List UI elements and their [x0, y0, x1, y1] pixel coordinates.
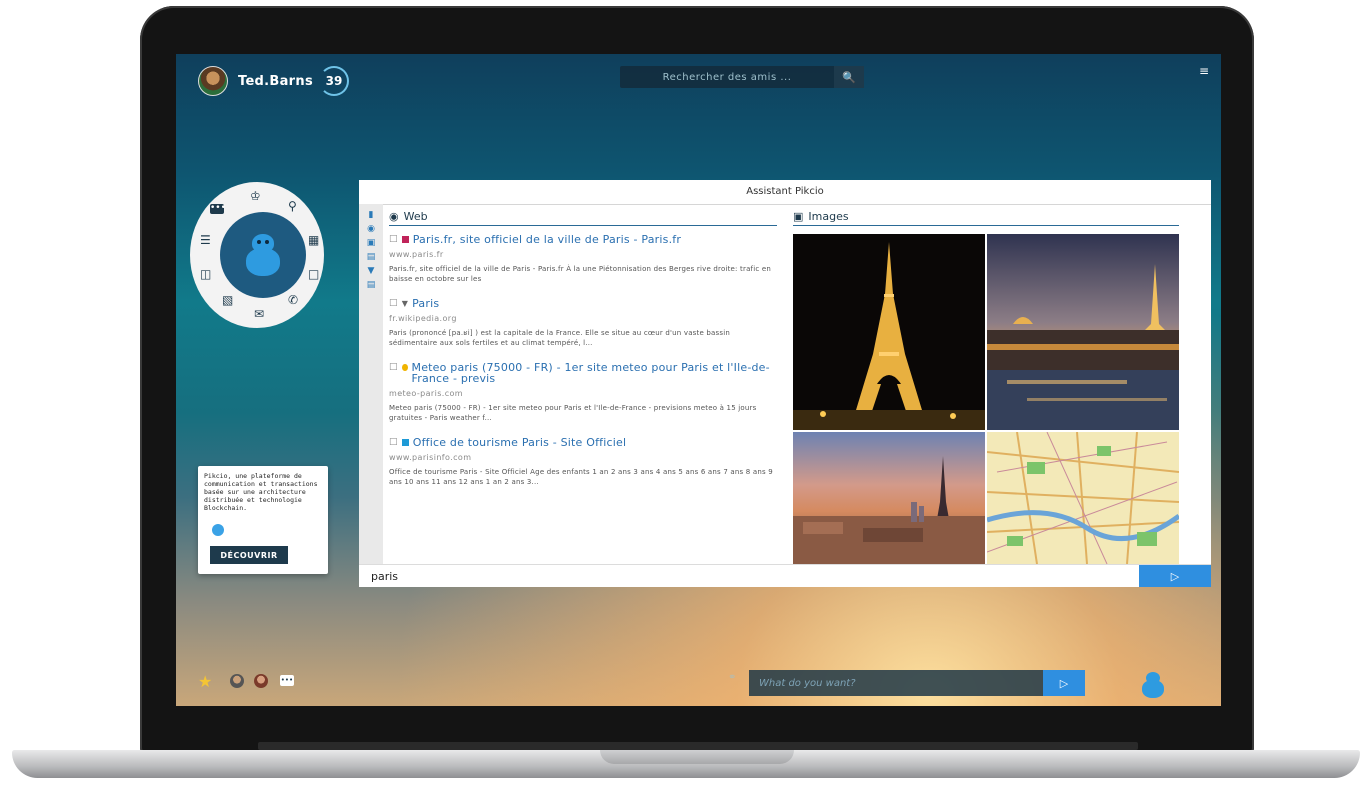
username[interactable]: Ted.Barns	[238, 74, 313, 89]
promo-card: Pikcio, une plateforme de communication …	[198, 466, 328, 574]
attachment-link-icon[interactable]: ⚭	[728, 672, 736, 683]
cart-icon[interactable]: ▼	[365, 266, 377, 276]
favicon-icon	[401, 236, 409, 243]
bookmark-icon[interactable]: □	[389, 362, 398, 373]
image-icon[interactable]: ▣	[365, 238, 377, 248]
images-heading-label: Images	[808, 210, 849, 223]
bookmark-icon[interactable]: □	[389, 234, 398, 245]
result-url: www.parisinfo.com	[389, 453, 472, 462]
assistant-title: Assistant Pikcio	[359, 180, 1211, 205]
result-title[interactable]: □ Meteo paris (75000 - FR) - 1er site me…	[389, 362, 777, 384]
result-url: www.paris.fr	[389, 250, 444, 259]
bot-mascot-icon[interactable]	[1142, 672, 1164, 698]
favicon-icon: ▼	[401, 299, 409, 308]
web-heading-label: Web	[403, 210, 428, 223]
assistant-query-input[interactable]	[359, 565, 1139, 587]
result-title-text[interactable]: Office de tourisme Paris - Site Officiel	[413, 437, 626, 448]
image-thumbnail[interactable]	[987, 432, 1179, 564]
paris-skyline-image	[793, 432, 985, 564]
search-button[interactable]: 🔍	[834, 66, 864, 88]
result-title[interactable]: □ ▼ Paris	[389, 298, 777, 309]
friend-search-input[interactable]	[620, 66, 834, 88]
search-icon: 🔍	[842, 70, 856, 84]
web-results: ◉ Web □ Paris.fr, site officiel de la vi…	[389, 210, 777, 562]
paris-map-image	[987, 432, 1179, 564]
friend-search: 🔍	[620, 66, 864, 88]
command-send-button[interactable]: ▷	[1043, 670, 1085, 696]
result-description: Paris.fr, site officiel de la ville de P…	[389, 265, 771, 283]
contact-avatar[interactable]	[230, 674, 244, 688]
result-title[interactable]: □ Office de tourisme Paris - Site Offici…	[389, 437, 777, 448]
bookmark-icon[interactable]: ▮	[365, 210, 377, 220]
result-url: fr.wikipedia.org	[389, 314, 457, 323]
result-title-text[interactable]: Meteo paris (75000 - FR) - 1er site mete…	[412, 362, 778, 384]
seine-evening-image	[987, 234, 1179, 430]
assistant-side-rail: ▮ ◉ ▣ ▤ ▼ ▤	[359, 204, 383, 564]
globe-icon: ◉	[389, 210, 399, 223]
laptop-hinge	[258, 742, 1138, 750]
barcode-icon[interactable]: ▤	[365, 280, 377, 290]
lightbulb-icon	[212, 524, 224, 536]
grid-apps-icon[interactable]: ▦	[308, 234, 319, 246]
bot-mascot-icon	[246, 234, 280, 276]
result-title-text[interactable]: Paris.fr, site officiel de la ville de P…	[413, 234, 681, 245]
images-heading: ▣ Images	[793, 210, 1179, 226]
location-pin-icon[interactable]: ⚲	[288, 200, 297, 212]
search-result: □ ▼ Paris fr.wikipedia.org Paris (pronon…	[389, 298, 777, 348]
result-url: meteo-paris.com	[389, 389, 463, 398]
bottom-bar: ★ ••• ⚭ ▷	[176, 670, 1221, 698]
wallet-icon[interactable]: ▧	[222, 294, 233, 306]
image-thumbnail[interactable]	[987, 234, 1179, 430]
assistant-query-row: ▷	[359, 564, 1211, 587]
mail-icon[interactable]: ✉	[254, 308, 264, 320]
search-result: □ Meteo paris (75000 - FR) - 1er site me…	[389, 362, 777, 423]
send-arrow-icon: ▷	[1170, 569, 1180, 583]
assistant-bot-button[interactable]	[220, 212, 306, 298]
screen: Ted.Barns 39 🔍 ≡ ♔ ⚲ ••• ☰ ▦ ◫ □ ▧ ✉ ✆ P…	[176, 54, 1221, 706]
equalizer-icon[interactable]: ☰	[200, 234, 211, 246]
star-icon[interactable]: ★	[198, 672, 212, 691]
discover-button[interactable]: DÉCOUVRIR	[210, 546, 288, 564]
phone-icon[interactable]: ✆	[288, 294, 298, 306]
result-description: Paris (prononcé [pa.ʁi] ) est la capital…	[389, 329, 731, 347]
result-title-text[interactable]: Paris	[412, 298, 439, 309]
result-description: Meteo paris (75000 - FR) - 1er site mete…	[389, 404, 757, 422]
globe-icon[interactable]: ◉	[365, 224, 377, 234]
contacts-icon[interactable]: ♔	[250, 190, 261, 202]
image-grid	[793, 234, 1179, 564]
assistant-panel: Assistant Pikcio ▮ ◉ ▣ ▤ ▼ ▤ ◉ Web □ Par…	[359, 180, 1211, 587]
search-result: □ Paris.fr, site officiel de la ville de…	[389, 234, 777, 284]
send-arrow-icon: ▷	[1059, 676, 1069, 690]
laptop-notch	[600, 750, 794, 764]
assistant-send-button[interactable]: ▷	[1139, 565, 1211, 587]
command-input[interactable]	[749, 670, 1043, 696]
image-results: ▣ Images	[793, 210, 1179, 564]
lock-icon[interactable]: □	[308, 268, 319, 280]
web-heading: ◉ Web	[389, 210, 777, 226]
user-profile[interactable]: Ted.Barns 39	[198, 66, 349, 96]
chat-bubble-icon[interactable]: •••	[210, 204, 226, 214]
promo-text: Pikcio, une plateforme de communication …	[204, 472, 318, 512]
result-title[interactable]: □ Paris.fr, site officiel de la ville de…	[389, 234, 777, 245]
radial-menu: ♔ ⚲ ••• ☰ ▦ ◫ □ ▧ ✉ ✆	[190, 182, 324, 328]
bookmark-icon[interactable]: □	[389, 437, 398, 448]
command-bar: ▷	[749, 670, 1085, 696]
bookmark-icon[interactable]: □	[389, 298, 398, 309]
image-icon: ▣	[793, 210, 804, 223]
favicon-icon	[401, 364, 408, 371]
film-icon[interactable]: ▤	[365, 252, 377, 262]
storage-box-icon[interactable]: ◫	[200, 268, 211, 280]
contact-avatar[interactable]	[254, 674, 268, 688]
result-description: Office de tourisme Paris - Site Officiel…	[389, 468, 773, 486]
image-thumbnail[interactable]	[793, 432, 985, 564]
search-result: □ Office de tourisme Paris - Site Offici…	[389, 437, 777, 487]
chat-bubble-icon[interactable]: •••	[280, 675, 294, 686]
hamburger-icon[interactable]: ≡	[1199, 64, 1209, 78]
image-thumbnail[interactable]	[793, 234, 985, 430]
user-avatar[interactable]	[198, 66, 228, 96]
notification-count-badge[interactable]: 39	[319, 66, 349, 96]
favicon-icon	[401, 439, 409, 446]
eiffel-night-image	[793, 234, 985, 430]
